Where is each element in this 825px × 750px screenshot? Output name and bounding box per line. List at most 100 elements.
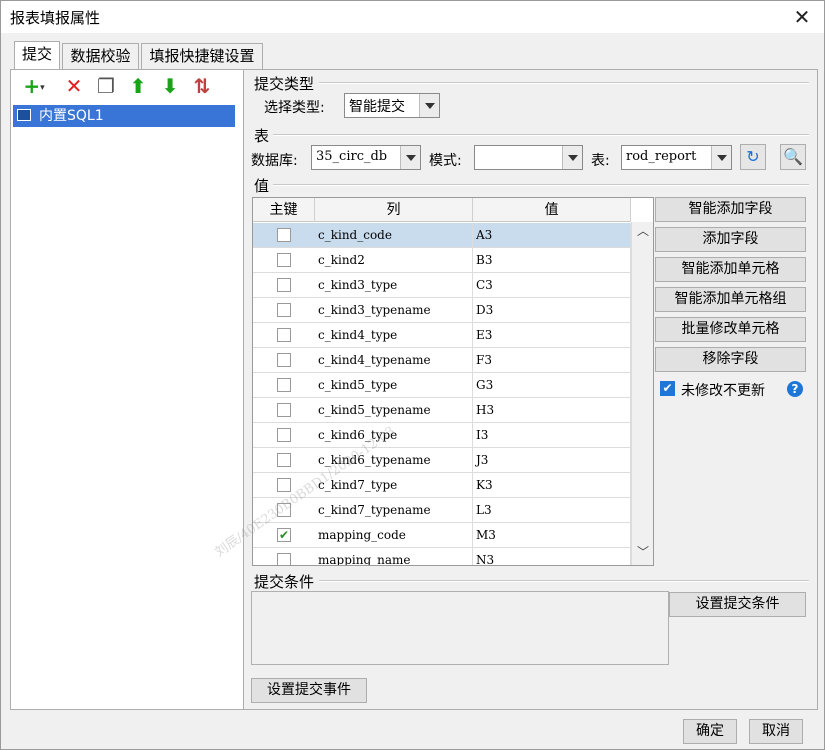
values-group-label: 值 bbox=[254, 177, 270, 195]
primary-key-checkbox[interactable] bbox=[277, 328, 291, 342]
table-row[interactable]: c_kind4_typename F3 bbox=[253, 348, 631, 373]
submit-type-group-label: 提交类型 bbox=[254, 75, 315, 93]
column-cell: mapping_name bbox=[315, 548, 473, 565]
value-cell: H3 bbox=[473, 398, 631, 423]
column-cell: c_kind4_type bbox=[315, 323, 473, 348]
sql-list-pane bbox=[11, 70, 244, 709]
scroll-up-icon[interactable]: ︿ bbox=[636, 224, 650, 238]
table-row[interactable]: c_kind5_typename H3 bbox=[253, 398, 631, 423]
value-cell: K3 bbox=[473, 473, 631, 498]
table-row[interactable]: c_kind6_typename J3 bbox=[253, 448, 631, 473]
primary-key-checkbox[interactable] bbox=[277, 278, 291, 292]
value-cell: F3 bbox=[473, 348, 631, 373]
move-up-icon[interactable]: ⬆ bbox=[127, 75, 149, 97]
preview-table-icon[interactable]: 🔍 bbox=[780, 144, 806, 170]
database-label: 数据库: bbox=[251, 153, 298, 169]
group-divider bbox=[273, 184, 809, 186]
value-cell: G3 bbox=[473, 373, 631, 398]
table-row[interactable]: c_kind3_type C3 bbox=[253, 273, 631, 298]
help-icon[interactable]: ? bbox=[787, 381, 803, 397]
primary-key-checkbox[interactable] bbox=[277, 303, 291, 317]
header-column[interactable]: 列 bbox=[315, 198, 473, 222]
scroll-down-icon[interactable]: ﹀ bbox=[636, 545, 650, 559]
value-cell: C3 bbox=[473, 273, 631, 298]
chevron-down-icon bbox=[419, 94, 439, 117]
schema-select[interactable] bbox=[474, 145, 583, 170]
tab-submit[interactable]: 提交 bbox=[14, 41, 60, 70]
table-select[interactable]: rod_report bbox=[621, 145, 732, 170]
primary-key-checkbox[interactable]: ✔ bbox=[277, 528, 291, 542]
close-icon[interactable]: ✕ bbox=[790, 5, 814, 29]
column-cell: c_kind_code bbox=[315, 223, 473, 248]
table-row[interactable]: c_kind4_type E3 bbox=[253, 323, 631, 348]
condition-group-label: 提交条件 bbox=[254, 573, 315, 591]
table-group-label: 表 bbox=[254, 127, 270, 145]
delete-icon[interactable]: ✕ bbox=[63, 75, 85, 97]
primary-key-checkbox[interactable] bbox=[277, 453, 291, 467]
column-cell: c_kind4_typename bbox=[315, 348, 473, 373]
schema-label: 模式: bbox=[429, 153, 462, 169]
no-update-checkbox[interactable]: ✔ bbox=[660, 381, 675, 396]
table-row[interactable]: mapping_name N3 bbox=[253, 548, 631, 565]
tab-shortcut-settings[interactable]: 填报快捷键设置 bbox=[141, 43, 263, 69]
tab-data-validation[interactable]: 数据校验 bbox=[62, 43, 139, 69]
set-condition-button[interactable]: 设置提交条件 bbox=[669, 592, 806, 617]
column-cell: c_kind3_type bbox=[315, 273, 473, 298]
dialog-window: 报表填报属性 ✕ 提交 数据校验 填报快捷键设置 +▾ ✕ ❐ ⬆ ⬇ ⇅ 内置… bbox=[0, 0, 825, 750]
chevron-down-icon bbox=[711, 146, 731, 169]
value-cell: J3 bbox=[473, 448, 631, 473]
table-row[interactable]: ✔ mapping_code M3 bbox=[253, 523, 631, 548]
add-field-button[interactable]: 添加字段 bbox=[655, 227, 806, 252]
database-select[interactable]: 35_circ_db bbox=[311, 145, 421, 170]
column-cell: c_kind3_typename bbox=[315, 298, 473, 323]
value-cell: D3 bbox=[473, 298, 631, 323]
table-row[interactable]: c_kind_code A3 bbox=[253, 223, 631, 248]
tree-item-sql1[interactable]: 内置SQL1 bbox=[13, 105, 235, 127]
group-divider bbox=[273, 134, 809, 136]
remove-field-button[interactable]: 移除字段 bbox=[655, 347, 806, 372]
sort-icon[interactable]: ⇅ bbox=[191, 75, 213, 97]
primary-key-checkbox[interactable] bbox=[277, 553, 291, 565]
value-cell: B3 bbox=[473, 248, 631, 273]
primary-key-checkbox[interactable] bbox=[277, 378, 291, 392]
table-row[interactable]: c_kind7_typename L3 bbox=[253, 498, 631, 523]
title-bar: 报表填报属性 ✕ bbox=[1, 1, 824, 33]
value-cell: M3 bbox=[473, 523, 631, 548]
refresh-icon[interactable]: ↻ bbox=[740, 144, 766, 170]
ok-button[interactable]: 确定 bbox=[683, 719, 737, 744]
primary-key-checkbox[interactable] bbox=[277, 428, 291, 442]
primary-key-checkbox[interactable] bbox=[277, 228, 291, 242]
dialog-title: 报表填报属性 bbox=[10, 9, 101, 27]
table-row[interactable]: c_kind3_typename D3 bbox=[253, 298, 631, 323]
add-dropdown-icon[interactable]: +▾ bbox=[23, 75, 45, 97]
chevron-down-icon bbox=[400, 146, 420, 169]
header-key[interactable]: 主键 bbox=[253, 198, 315, 222]
primary-key-checkbox[interactable] bbox=[277, 403, 291, 417]
value-cell: E3 bbox=[473, 323, 631, 348]
no-update-label: 未修改不更新 bbox=[681, 383, 765, 399]
table-row[interactable]: c_kind6_type I3 bbox=[253, 423, 631, 448]
table-row[interactable]: c_kind5_type G3 bbox=[253, 373, 631, 398]
column-cell: c_kind5_typename bbox=[315, 398, 473, 423]
header-value[interactable]: 值 bbox=[473, 198, 631, 222]
field-mapping-table: 主键 列 值 c_kind_code A3 c_kind2 B3 c_kind3… bbox=[252, 197, 654, 566]
submit-type-select[interactable]: 智能提交 bbox=[344, 93, 440, 118]
move-down-icon[interactable]: ⬇ bbox=[159, 75, 181, 97]
value-cell: I3 bbox=[473, 423, 631, 448]
primary-key-checkbox[interactable] bbox=[277, 253, 291, 267]
smart-add-cell-button[interactable]: 智能添加单元格 bbox=[655, 257, 806, 282]
primary-key-checkbox[interactable] bbox=[277, 353, 291, 367]
value-cell: A3 bbox=[473, 223, 631, 248]
set-submit-event-button[interactable]: 设置提交事件 bbox=[251, 678, 367, 703]
smart-add-field-button[interactable]: 智能添加字段 bbox=[655, 197, 806, 222]
smart-add-cell-group-button[interactable]: 智能添加单元格组 bbox=[655, 287, 806, 312]
batch-edit-cell-button[interactable]: 批量修改单元格 bbox=[655, 317, 806, 342]
table-scrollbar[interactable]: ︿ ﹀ bbox=[631, 222, 653, 565]
column-cell: c_kind5_type bbox=[315, 373, 473, 398]
copy-icon[interactable]: ❐ bbox=[95, 75, 117, 97]
chevron-down-icon bbox=[562, 146, 582, 169]
table-row[interactable]: c_kind2 B3 bbox=[253, 248, 631, 273]
group-divider bbox=[319, 82, 809, 84]
tree-item-label: 内置SQL1 bbox=[39, 108, 104, 124]
cancel-button[interactable]: 取消 bbox=[749, 719, 803, 744]
